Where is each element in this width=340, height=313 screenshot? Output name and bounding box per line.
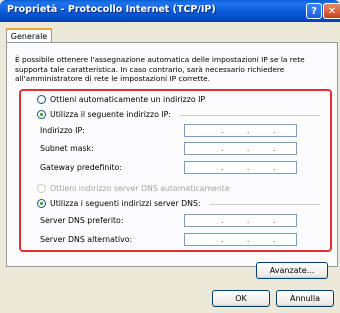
highlight-box (19, 89, 332, 252)
close-button[interactable]: ✕ (323, 3, 340, 19)
help-icon: ? (311, 5, 317, 17)
help-button[interactable]: ? (306, 3, 322, 19)
cancel-button[interactable]: Annulla (276, 290, 334, 307)
ok-button[interactable]: OK (212, 290, 270, 307)
tab-generale[interactable]: Generale (6, 28, 52, 43)
window-title: Proprietà - Protocollo Internet (TCP/IP) (7, 4, 216, 15)
advanced-button[interactable]: Avanzate... (256, 262, 328, 279)
tcpip-properties-dialog: Proprietà - Protocollo Internet (TCP/IP)… (0, 0, 340, 313)
close-icon: ✕ (327, 5, 337, 17)
title-bar[interactable]: Proprietà - Protocollo Internet (TCP/IP)… (0, 0, 340, 22)
intro-text: È possibile ottenere l'assegnazione auto… (15, 55, 305, 84)
